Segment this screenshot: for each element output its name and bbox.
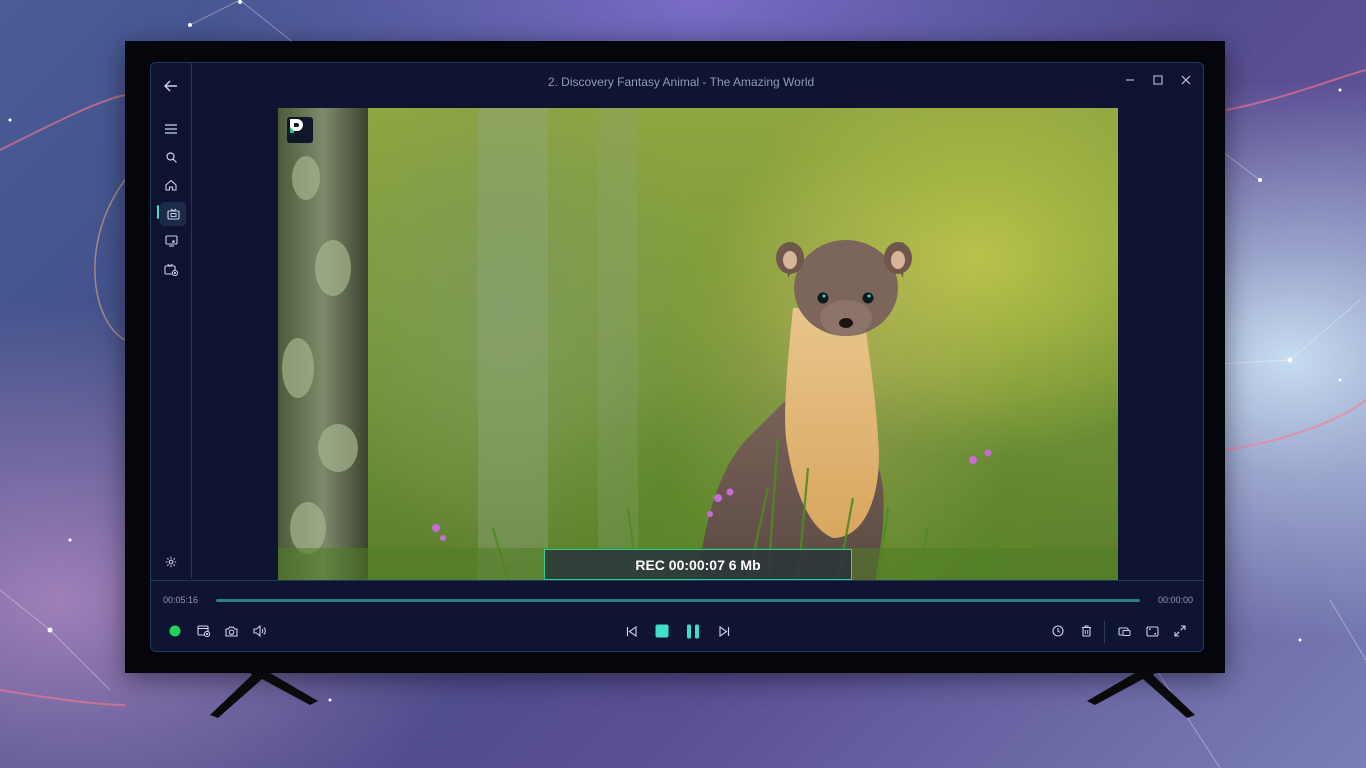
tv-record-icon[interactable] [160,258,182,280]
record-schedule-icon[interactable] [193,621,213,641]
sidebar [151,63,192,579]
record-dot-icon[interactable] [165,621,185,641]
gear-icon[interactable] [160,551,182,573]
time-elapsed: 00:05:16 [163,595,199,605]
time-total: 00:00:00 [1158,595,1194,605]
tv-icon[interactable] [162,203,184,225]
fullscreen-icon[interactable] [1170,621,1190,641]
player-window: 2. Discovery Fantasy Animal - The Amazin… [150,62,1204,652]
controls-divider [1104,621,1105,643]
minimize-icon[interactable] [1119,71,1141,89]
volume-icon[interactable] [249,621,269,641]
video-scene [278,108,1118,580]
recording-status: REC 00:00:07 6 Mb [544,549,852,580]
player-controls: 00:05:16 00:00:00 [151,580,1203,651]
video-frame[interactable]: REC 00:00:07 6 Mb [278,108,1118,580]
hamburger-icon[interactable] [160,118,182,140]
camera-icon[interactable] [221,621,241,641]
sidebar-active-indicator [157,205,159,219]
window-title: 2. Discovery Fantasy Animal - The Amazin… [547,75,815,89]
close-icon[interactable] [1175,71,1197,89]
skip-previous-icon[interactable] [621,621,641,641]
star-screen-icon[interactable] [160,230,182,252]
tv-stand-left [210,673,318,718]
tv-stand-right [1087,673,1195,718]
trash-icon[interactable] [1076,621,1096,641]
stop-icon[interactable] [652,621,672,641]
aspect-ratio-icon[interactable] [1142,621,1162,641]
seek-bar[interactable] [216,599,1140,602]
maximize-icon[interactable] [1147,71,1169,89]
skip-next-icon[interactable] [714,621,734,641]
picture-in-picture-icon[interactable] [1114,621,1134,641]
clock-icon[interactable] [1048,621,1068,641]
home-icon[interactable] [160,174,182,196]
arrow-left-icon[interactable] [160,75,182,97]
channel-logo [287,117,313,143]
search-icon[interactable] [160,146,182,168]
pause-icon[interactable] [683,621,703,641]
